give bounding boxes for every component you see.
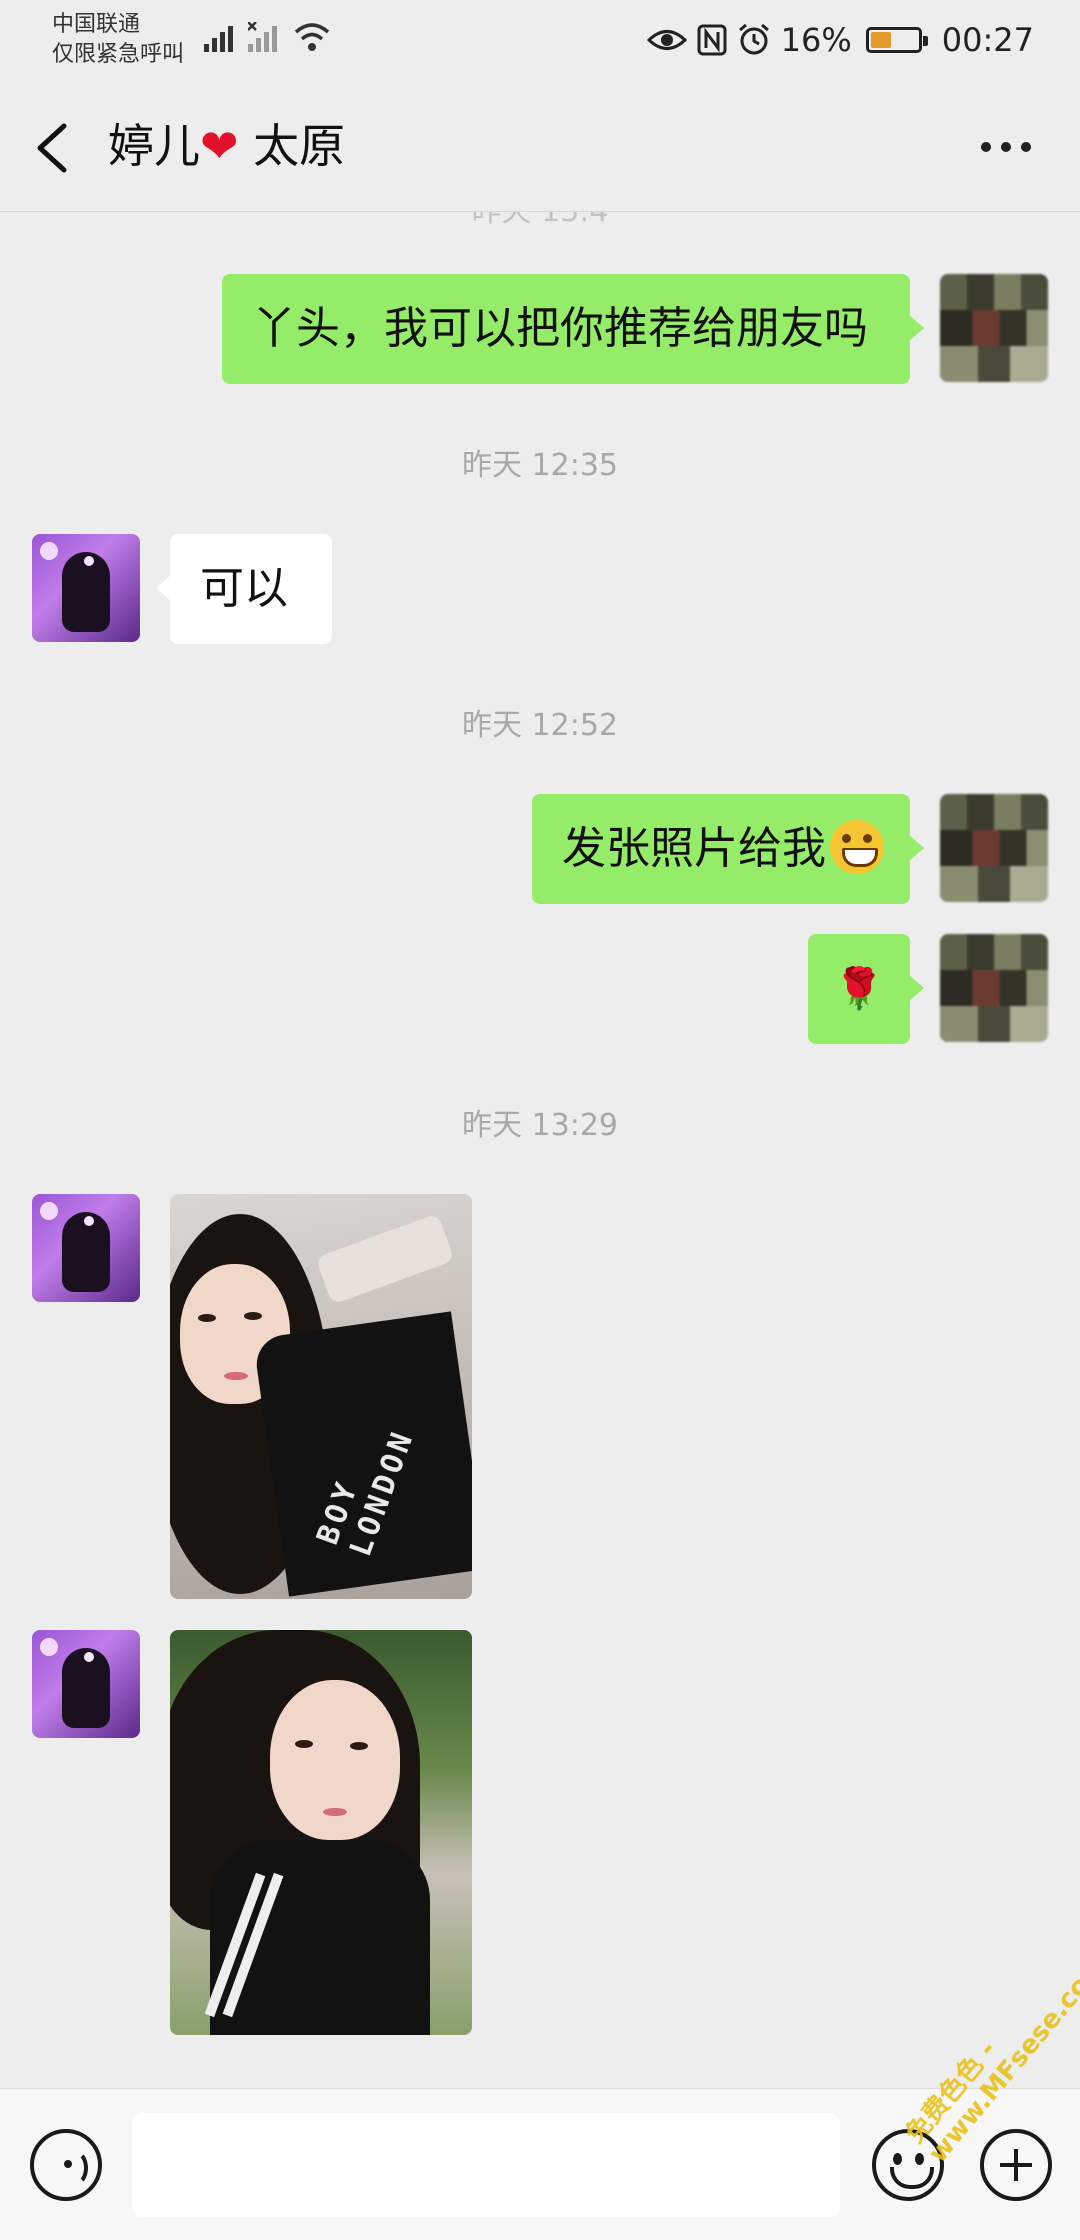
timestamp: 昨天 13:29	[462, 1108, 618, 1143]
contact-location: 太原	[253, 119, 346, 173]
timestamp: 昨天 12:35	[462, 448, 618, 483]
message-text: 发张照片给我	[562, 823, 826, 874]
message-list[interactable]: 昨天 13:4 丫头，我可以把你推荐给朋友吗 昨天 12:35 可以 昨天 12…	[0, 212, 1080, 2087]
eye-icon	[646, 30, 687, 50]
timestamp: 昨天 12:52	[462, 708, 618, 743]
chat-title: 婷儿❤ 太原	[108, 116, 345, 176]
my-avatar[interactable]	[940, 934, 1048, 1042]
battery-percent: 16%	[780, 21, 852, 59]
rose-icon: 🌹	[834, 966, 884, 1012]
no-signal-icon	[248, 22, 277, 52]
image-message[interactable]: BOY LONDON	[170, 1194, 472, 1599]
message-bubble-incoming[interactable]: 可以	[156, 534, 332, 644]
add-attachment-icon[interactable]	[980, 2129, 1052, 2201]
message-bubble-outgoing[interactable]: 丫头，我可以把你推荐给朋友吗	[222, 274, 924, 384]
contact-avatar[interactable]	[32, 1630, 140, 1738]
message-input[interactable]	[132, 2113, 840, 2217]
my-avatar[interactable]	[940, 274, 1048, 382]
timestamp: 昨天 13:4	[0, 212, 1080, 230]
image-message[interactable]	[170, 1630, 472, 2035]
carrier-name: 中国联通	[52, 12, 141, 37]
rose-emoji-message[interactable]: 🌹	[808, 934, 924, 1044]
contact-avatar[interactable]	[32, 1194, 140, 1302]
alarm-icon	[738, 23, 769, 55]
clock: 00:27	[941, 21, 1034, 59]
wifi-icon	[294, 23, 330, 51]
heart-icon: ❤	[200, 119, 239, 173]
grinning-face-emoji-icon	[830, 820, 884, 874]
voice-input-icon[interactable]	[30, 2129, 102, 2201]
contact-avatar[interactable]	[32, 534, 140, 642]
contact-name: 婷儿	[108, 119, 200, 173]
message-bubble-outgoing[interactable]: 发张照片给我	[532, 794, 924, 904]
carrier-info: 中国联通 仅限紧急呼叫	[52, 10, 184, 70]
carrier-status: 仅限紧急呼叫	[52, 42, 185, 67]
signal-icon	[204, 26, 233, 52]
chat-header: 婷儿❤ 太原	[0, 80, 1080, 212]
back-arrow-icon[interactable]	[30, 120, 80, 176]
more-options-icon[interactable]	[976, 122, 1036, 172]
nfc-icon	[697, 24, 727, 56]
status-right: 16% 00:27	[646, 16, 1034, 64]
my-avatar[interactable]	[940, 794, 1048, 902]
status-bar: 中国联通 仅限紧急呼叫 16% 00:27	[0, 0, 1080, 80]
battery-icon	[865, 27, 928, 53]
